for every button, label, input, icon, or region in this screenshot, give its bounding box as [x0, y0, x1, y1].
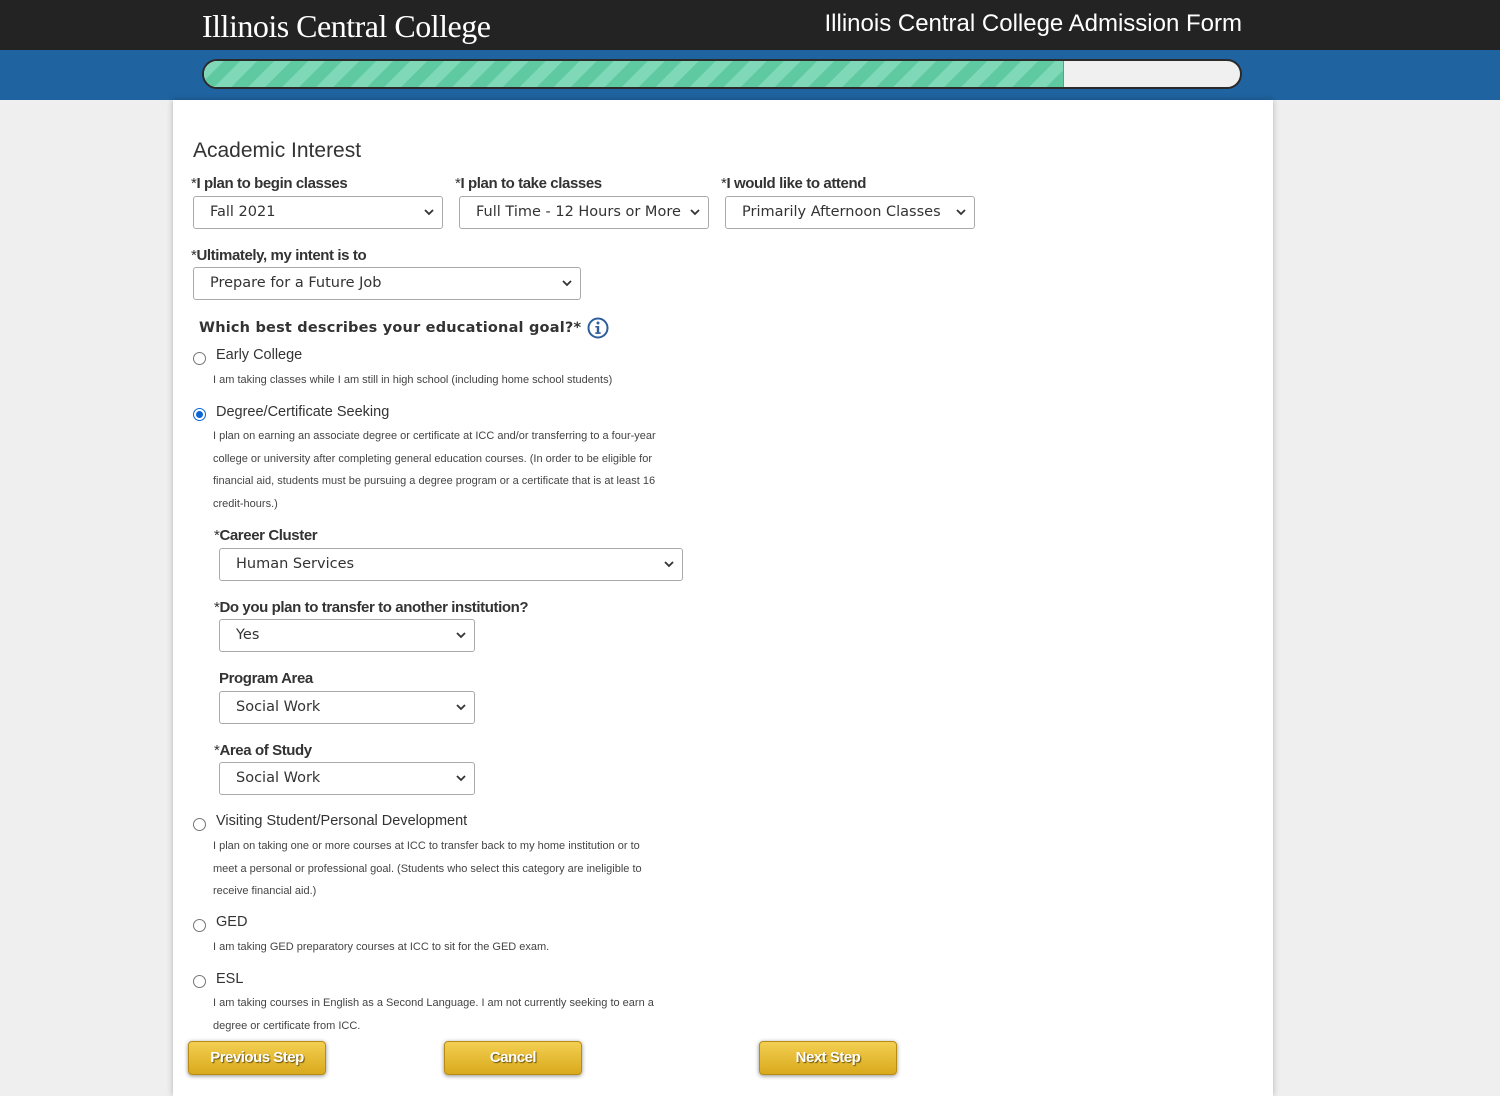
goal-radio-ged[interactable]: [193, 919, 206, 932]
take-classes-label: *I plan to take classes: [455, 175, 602, 192]
goal-desc-ged: I am taking GED preparatory courses at I…: [213, 941, 550, 953]
attend-label: *I would like to attend: [721, 175, 866, 192]
progress-bar-fill: [204, 61, 1064, 87]
transfer-select[interactable]: Yes: [219, 619, 475, 652]
goal-desc-esl: I am taking courses in English as a Seco…: [213, 997, 654, 1032]
previous-step-button[interactable]: Previous Step: [188, 1041, 326, 1075]
career-cluster-select[interactable]: Human Services: [219, 548, 683, 581]
area-of-study-label: *Area of Study: [214, 742, 312, 759]
form-title: Illinois Central College Admission Form: [824, 10, 1243, 37]
career-cluster-label: *Career Cluster: [214, 527, 318, 544]
transfer-label: *Do you plan to transfer to another inst…: [214, 599, 529, 616]
area-of-study-select[interactable]: Social Work: [219, 762, 475, 795]
section-title: Academic Interest: [193, 139, 362, 162]
goal-title-esl: ESL: [216, 971, 244, 987]
goal-desc-visiting-student: I plan on taking one or more courses at …: [213, 840, 642, 898]
top-header: Illinois Central College Illinois Centra…: [0, 0, 1500, 50]
goal-radio-degree-certificate[interactable]: [193, 408, 206, 421]
info-icon[interactable]: [587, 317, 609, 339]
goal-title-visiting-student: Visiting Student/Personal Development: [216, 813, 468, 829]
goal-desc-degree-certificate: I plan on earning an associate degree or…: [213, 430, 656, 510]
goal-question: Which best describes your educational go…: [199, 320, 582, 336]
begin-classes-label: *I plan to begin classes: [191, 175, 348, 192]
chevron-down-icon: [664, 561, 674, 568]
take-classes-select[interactable]: Full Time - 12 Hours or More: [459, 196, 709, 229]
chevron-down-icon: [424, 209, 434, 216]
program-area-select[interactable]: Social Work: [219, 691, 475, 724]
progress-band: [0, 50, 1500, 100]
college-logo: Illinois Central College: [202, 8, 491, 44]
goal-title-degree-certificate: Degree/Certificate Seeking: [216, 404, 390, 420]
goal-desc-early-college: I am taking classes while I am still in …: [213, 374, 613, 386]
next-step-button[interactable]: Next Step: [759, 1041, 897, 1075]
begin-classes-select[interactable]: Fall 2021: [193, 196, 443, 229]
chevron-down-icon: [456, 632, 466, 639]
intent-label: *Ultimately, my intent is to: [191, 247, 367, 264]
attend-select[interactable]: Primarily Afternoon Classes: [725, 196, 975, 229]
progress-bar: [202, 59, 1242, 89]
goal-radio-visiting-student[interactable]: [193, 818, 206, 831]
intent-select[interactable]: Prepare for a Future Job: [193, 267, 581, 300]
goal-radio-esl[interactable]: [193, 975, 206, 988]
program-area-label: Program Area: [219, 670, 313, 687]
form-card: Academic Interest *I plan to begin class…: [173, 100, 1273, 1096]
goal-title-early-college: Early College: [216, 347, 303, 363]
chevron-down-icon: [562, 280, 572, 287]
chevron-down-icon: [456, 704, 466, 711]
chevron-down-icon: [690, 209, 700, 216]
chevron-down-icon: [456, 775, 466, 782]
cancel-button[interactable]: Cancel: [444, 1041, 582, 1075]
goal-title-ged: GED: [216, 914, 248, 930]
goal-radio-early-college[interactable]: [193, 352, 206, 365]
chevron-down-icon: [956, 209, 966, 216]
